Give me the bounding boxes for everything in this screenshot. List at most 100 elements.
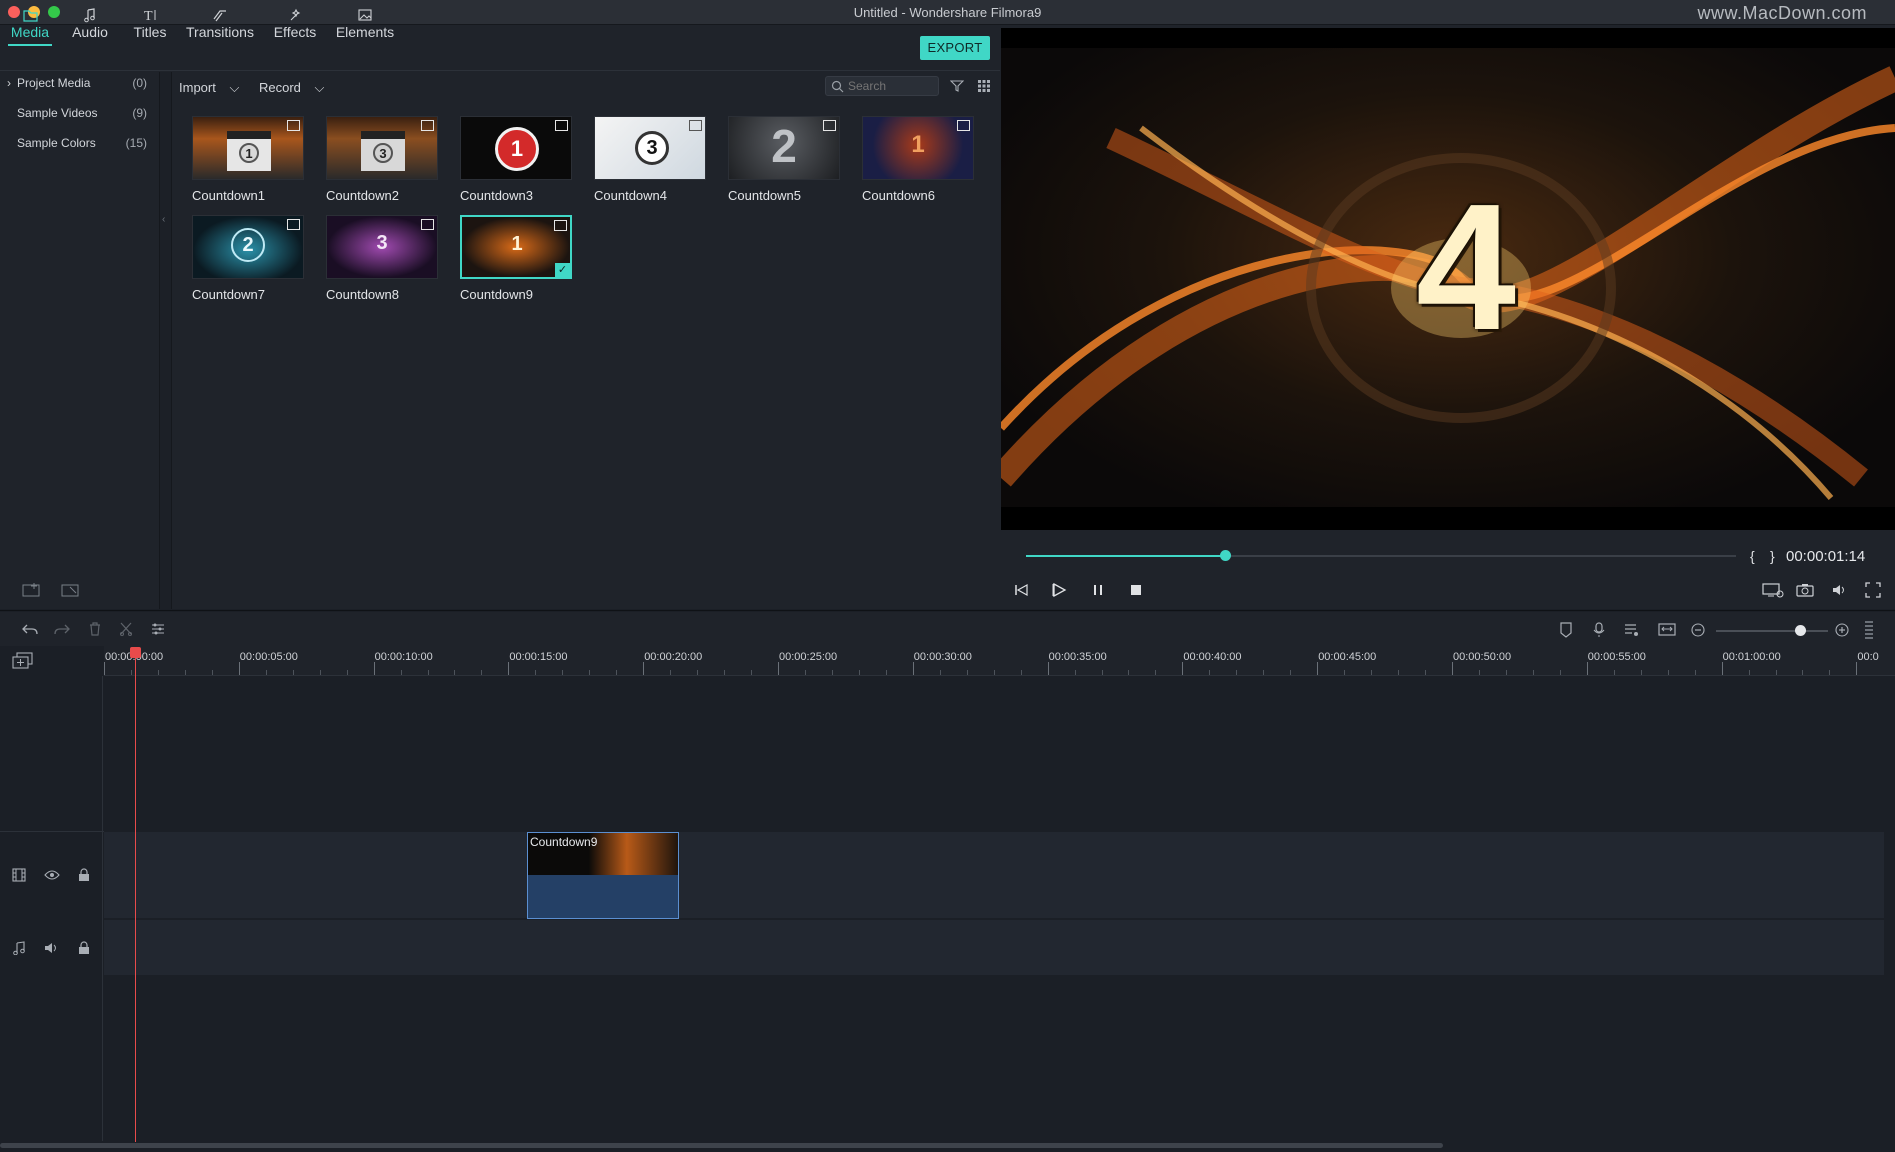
ruler-minor-tick xyxy=(562,670,564,675)
media-item-label: Countdown5 xyxy=(728,188,801,203)
lock-icon[interactable] xyxy=(78,941,90,955)
ruler-time-label: 00:00:50:00 xyxy=(1453,651,1512,663)
tab-transitions[interactable]: Transitions xyxy=(186,2,254,46)
ruler-major-tick xyxy=(1856,662,1858,675)
ruler-minor-tick xyxy=(1478,670,1480,675)
panel-grip-icon[interactable] xyxy=(1865,621,1873,639)
render-preview-icon[interactable] xyxy=(1762,582,1784,598)
tab-media[interactable]: Media xyxy=(8,2,52,46)
undo-icon[interactable] xyxy=(22,622,38,636)
chevron-down-icon: ⌵ xyxy=(229,80,240,95)
sidebar-item-project-media[interactable]: › Project Media (0) xyxy=(0,69,160,97)
ruler-minor-tick xyxy=(535,670,537,675)
media-item-countdown3[interactable]: 1 Countdown3 xyxy=(460,116,572,203)
ruler-minor-tick xyxy=(993,670,995,675)
voiceover-list-icon[interactable] xyxy=(1624,622,1640,638)
preview-countdown-number: 4 xyxy=(1415,167,1517,368)
zoom-slider-handle[interactable] xyxy=(1795,625,1806,636)
search-icon xyxy=(831,80,844,93)
media-item-countdown4[interactable]: 3 Countdown4 xyxy=(594,116,706,203)
pause-icon[interactable] xyxy=(1090,582,1106,598)
fit-timeline-icon[interactable] xyxy=(1658,622,1676,638)
ruler-time-label: 00:00:10:00 xyxy=(374,651,433,663)
mark-in-icon[interactable]: { xyxy=(1750,548,1755,564)
countdown-number: 2 xyxy=(771,120,797,172)
eye-icon[interactable] xyxy=(44,869,60,881)
delete-folder-icon[interactable] xyxy=(61,581,81,599)
countdown-number: 3 xyxy=(373,143,393,163)
ruler-minor-tick xyxy=(1290,670,1292,675)
countdown-number: 1 xyxy=(911,131,925,158)
adjust-icon[interactable] xyxy=(151,622,165,636)
search-input[interactable] xyxy=(848,79,934,93)
camera-icon[interactable] xyxy=(1796,582,1814,598)
ruler-minor-tick xyxy=(130,670,132,675)
media-item-countdown1[interactable]: 1 Countdown1 xyxy=(192,116,304,203)
previous-frame-icon[interactable] xyxy=(1013,582,1029,598)
timeline-clip[interactable]: Countdown9 xyxy=(527,832,679,919)
redo-icon[interactable] xyxy=(54,622,70,636)
delete-icon[interactable] xyxy=(88,622,102,636)
import-label: Import xyxy=(179,80,216,95)
media-item-label: Countdown3 xyxy=(460,188,533,203)
volume-icon[interactable] xyxy=(1831,582,1849,598)
microphone-icon[interactable] xyxy=(1592,622,1606,638)
tab-elements[interactable]: Elements xyxy=(334,2,396,46)
play-icon[interactable] xyxy=(1051,582,1067,598)
record-dropdown[interactable]: Record ⌵ xyxy=(259,80,324,96)
empty-track-area[interactable] xyxy=(104,676,1884,830)
stop-icon[interactable] xyxy=(1128,582,1144,598)
mark-out-icon[interactable]: } xyxy=(1770,548,1775,564)
ruler-minor-tick xyxy=(1128,670,1130,675)
track-headers xyxy=(0,676,103,1141)
media-item-countdown9[interactable]: 1 ✓ Countdown9 xyxy=(460,215,572,302)
media-item-countdown7[interactable]: 2 Countdown7 xyxy=(192,215,304,302)
fullscreen-icon[interactable] xyxy=(1865,582,1881,598)
tab-effects[interactable]: Effects xyxy=(271,2,319,46)
add-folder-icon[interactable] xyxy=(22,581,42,599)
timeline-horizontal-scrollbar[interactable] xyxy=(0,1143,1443,1148)
ruler-minor-tick xyxy=(1263,670,1265,675)
marker-icon[interactable] xyxy=(1559,622,1573,638)
playhead-handle[interactable] xyxy=(130,647,141,658)
media-thumbnail: 1 xyxy=(192,116,304,180)
tab-elements-label: Elements xyxy=(335,24,395,40)
countdown-number: 3 xyxy=(635,131,669,165)
ruler-minor-tick xyxy=(1559,670,1561,675)
audio-track[interactable] xyxy=(104,920,1884,975)
zoom-slider-track[interactable] xyxy=(1716,630,1828,632)
video-clip-icon xyxy=(421,120,434,131)
export-button[interactable]: EXPORT xyxy=(920,36,990,60)
ruler-minor-tick xyxy=(966,670,968,675)
zoom-out-icon[interactable] xyxy=(1691,623,1705,637)
cut-icon[interactable] xyxy=(119,622,133,636)
music-note-icon xyxy=(84,8,95,23)
sidebar-collapse-handle[interactable]: ‹ xyxy=(160,72,172,609)
preview-video[interactable]: 4 xyxy=(1001,28,1895,530)
media-item-countdown5[interactable]: 2 Countdown5 xyxy=(728,116,840,203)
zoom-in-icon[interactable] xyxy=(1835,623,1849,637)
sidebar-item-sample-videos[interactable]: Sample Videos (9) xyxy=(0,99,160,127)
import-dropdown[interactable]: Import ⌵ xyxy=(179,80,239,96)
media-thumbnail: 1 ✓ xyxy=(460,215,572,279)
media-thumbnail: 3 xyxy=(594,116,706,180)
media-item-countdown8[interactable]: 3 Countdown8 xyxy=(326,215,438,302)
video-track[interactable] xyxy=(104,832,1884,918)
tab-media-label: Media xyxy=(10,24,50,40)
tab-titles[interactable]: T Titles xyxy=(130,2,170,46)
tab-audio[interactable]: Audio xyxy=(70,2,110,46)
filter-icon[interactable] xyxy=(950,79,964,93)
speaker-icon[interactable] xyxy=(44,941,60,955)
sidebar-item-sample-colors[interactable]: Sample Colors (15) xyxy=(0,129,160,157)
ruler-major-tick xyxy=(1586,662,1588,675)
preview-progress-handle[interactable] xyxy=(1219,550,1231,561)
grid-view-icon[interactable] xyxy=(977,79,991,93)
ruler-major-tick xyxy=(104,662,105,675)
media-item-countdown2[interactable]: 3 Countdown2 xyxy=(326,116,438,203)
search-box[interactable] xyxy=(825,76,939,96)
media-item-countdown6[interactable]: 1 Countdown6 xyxy=(862,116,974,203)
ruler-minor-tick xyxy=(858,670,860,675)
add-track-icon[interactable] xyxy=(12,652,34,670)
ruler-minor-tick xyxy=(1613,670,1615,675)
lock-icon[interactable] xyxy=(78,868,90,882)
